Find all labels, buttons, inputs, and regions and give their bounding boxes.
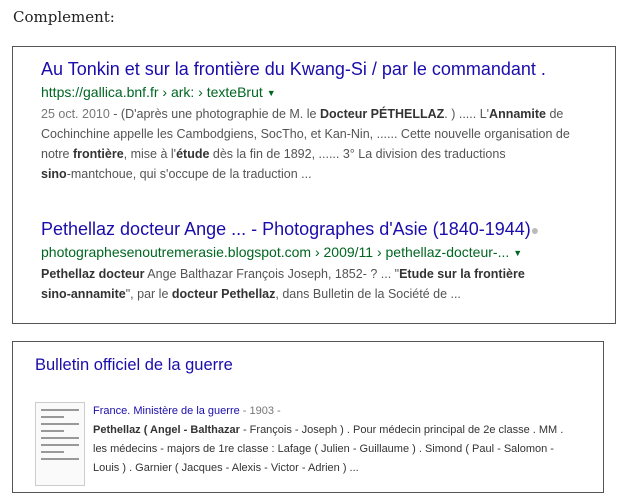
book-source-link[interactable]: France. Ministère de la guerre <box>93 405 240 417</box>
snippet-bold: Etude sur la frontière <box>399 267 525 281</box>
book-thumbnail[interactable] <box>35 402 85 486</box>
snippet-text: notre <box>41 147 73 161</box>
result-2-title[interactable]: Pethellaz docteur Ange ... - Photographe… <box>41 219 616 240</box>
snippet-bold: étude <box>176 147 210 161</box>
snippet-text: de <box>546 107 564 121</box>
book-year: - 1903 - <box>239 405 281 417</box>
dropdown-arrow-icon[interactable]: ▼ <box>267 88 276 98</box>
page-heading: Complement: <box>13 8 115 26</box>
snippet-text: dès la fin de 1892, ...... 3° La divisio… <box>209 147 506 161</box>
snippet-bold: docteur Pethellaz <box>171 287 276 301</box>
search-result-2: Pethellaz docteur Ange ... - Photographe… <box>41 219 616 304</box>
snippet-bold: sino <box>41 167 67 181</box>
book-snippet: France. Ministère de la guerre - 1903 - … <box>93 402 603 478</box>
result-1-url[interactable]: https://gallica.bnf.fr › ark: › texteBru… <box>41 84 616 100</box>
search-result-1: Au Tonkin et sur la frontière du Kwang-S… <box>41 59 616 184</box>
result-1-snippet: 25 oct. 2010 - (D'après une photographie… <box>41 104 616 184</box>
result-2-snippet: Pethellaz docteur Ange Balthazar Françoi… <box>41 264 616 304</box>
faded-dot-icon: ● <box>530 222 540 238</box>
snippet-bold: frontière <box>72 147 124 161</box>
dropdown-arrow-icon[interactable]: ▼ <box>513 248 522 258</box>
snippet-bold: sino-annamite <box>41 287 126 301</box>
snippet-bold: Pethellaz docteur <box>41 267 145 281</box>
snippet-line: Louis ) . Garnier ( Jacques - Alexis - V… <box>93 462 359 474</box>
result-2-url[interactable]: photographesenoutremerasie.blogspot.com … <box>41 244 616 260</box>
result-2-url-text[interactable]: photographesenoutremerasie.blogspot.com … <box>41 244 509 260</box>
book-result-panel: Bulletin officiel de la guerre France. M… <box>12 341 604 493</box>
search-results-panel: Au Tonkin et sur la frontière du Kwang-S… <box>12 46 616 324</box>
book-title[interactable]: Bulletin officiel de la guerre <box>35 356 233 375</box>
snippet-text: - (D'après une photographie de M. le <box>109 107 320 121</box>
result-1-date: 25 oct. 2010 <box>41 107 110 121</box>
snippet-line: Cochinchine appelle les Cambodgiens, Soc… <box>41 127 570 141</box>
snippet-bold: Pethellaz ( Angel - Balthazar <box>93 424 240 436</box>
result-1-url-text[interactable]: https://gallica.bnf.fr › ark: › texteBru… <box>41 84 263 100</box>
result-2-title-text[interactable]: Pethellaz docteur Ange ... - Photographe… <box>41 219 531 239</box>
snippet-text: Ange Balthazar François Joseph, 1852- ? … <box>144 267 400 281</box>
result-1-title[interactable]: Au Tonkin et sur la frontière du Kwang-S… <box>41 59 616 80</box>
snippet-text: - François - Joseph ) . Pour médecin pri… <box>239 424 564 436</box>
snippet-bold: Annamite <box>489 107 546 121</box>
snippet-text: , mise à l' <box>123 147 177 161</box>
snippet-text: . ) ..... L' <box>444 107 490 121</box>
snippet-bold: Docteur PÉTHELLAZ <box>319 107 445 121</box>
snippet-text: -mantchoue, qui s'occupe de la traductio… <box>66 167 312 181</box>
snippet-line: les médecins - majors de 1re classe : La… <box>93 443 554 455</box>
snippet-text: , dans Bulletin de la Société de ... <box>275 287 461 301</box>
snippet-text: ", par le <box>125 287 172 301</box>
